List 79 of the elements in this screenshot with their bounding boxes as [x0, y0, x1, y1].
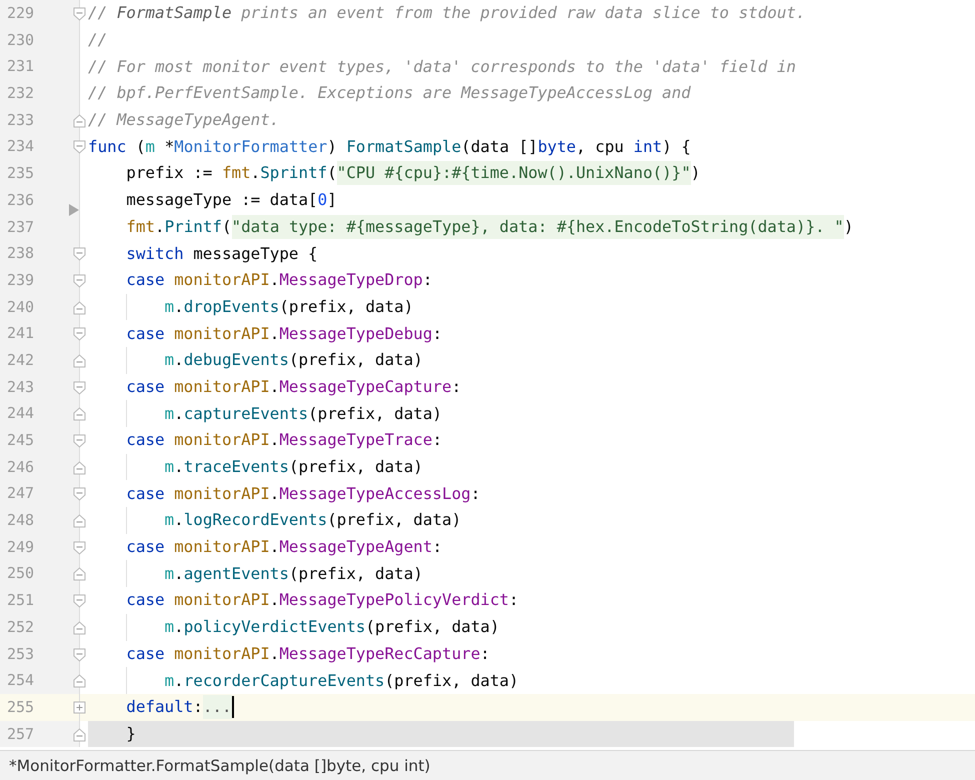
line-number: 232: [7, 83, 34, 104]
code-line: case monitorAPI.MessageTypeAccessLog:: [125, 482, 480, 505]
line-number: 249: [7, 536, 34, 558]
code-line: }: [125, 722, 136, 745]
line-number: 241: [7, 323, 34, 344]
line-number: 243: [7, 376, 34, 398]
fold-icon[interactable]: [73, 327, 87, 342]
line-number: 239: [7, 270, 34, 291]
line-number: 255: [7, 696, 34, 718]
fold-icon[interactable]: [73, 674, 87, 688]
line-number: 254: [7, 670, 34, 692]
code-line: m.traceEvents(prefix, data): [164, 456, 423, 478]
fold-icon[interactable]: [73, 300, 87, 315]
line-number: 248: [7, 510, 34, 532]
fold-icon[interactable]: [73, 434, 87, 448]
line-number: 245: [7, 430, 34, 451]
line-number: 252: [7, 616, 34, 638]
code-line: case monitorAPI.MessageTypeTrace:: [125, 429, 442, 452]
line-number: 231: [7, 56, 34, 78]
code-line: m.recorderCaptureEvents(prefix, data): [164, 670, 519, 692]
code-line: //: [88, 29, 108, 52]
line-number: 244: [7, 403, 34, 424]
fold-icon[interactable]: [73, 514, 87, 528]
line-number: 230: [7, 30, 34, 51]
fold-icon[interactable]: [73, 274, 87, 288]
fold-icon[interactable]: [73, 7, 87, 21]
line-number: 234: [7, 136, 34, 158]
fold-icon[interactable]: [73, 354, 87, 368]
code-editor[interactable]: [0, 0, 975, 750]
code-line: switch messageType {: [125, 242, 318, 265]
fold-icon[interactable]: [73, 407, 87, 422]
fold-icon[interactable]: [73, 114, 87, 128]
line-number: 237: [7, 216, 34, 238]
code-line: case monitorAPI.MessageTypeDrop:: [125, 269, 432, 292]
code-line: // MessageTypeAgent.: [88, 109, 280, 132]
expand-icon[interactable]: [73, 700, 87, 715]
code-line: m.policyVerdictEvents(prefix, data): [164, 616, 500, 638]
code-line: func (m *MonitorFormatter) FormatSample(data []byte, cpu int) {: [88, 136, 691, 158]
code-line: // FormatSample prints an event from the provided raw data slice to stdout.: [88, 2, 806, 24]
code-line: m.logRecordEvents(prefix, data): [164, 509, 462, 532]
fold-icon[interactable]: [73, 567, 87, 582]
fold-icon[interactable]: [73, 594, 87, 608]
line-number: 229: [7, 3, 34, 24]
line-number: 235: [7, 163, 34, 184]
line-number: 253: [7, 644, 34, 664]
line-number: 242: [7, 350, 34, 371]
triangle-icon[interactable]: [69, 204, 79, 216]
line-number: 246: [7, 456, 34, 478]
line-number: 233: [7, 110, 34, 131]
fold-icon[interactable]: [73, 487, 87, 502]
code-line: case monitorAPI.MessageTypeRecCapture:: [125, 642, 490, 665]
fold-icon[interactable]: [73, 140, 87, 154]
line-number: 247: [7, 483, 34, 504]
line-number: 238: [7, 243, 34, 264]
line-number: 250: [7, 563, 34, 584]
fold-icon[interactable]: [73, 620, 87, 635]
line-number: 240: [7, 296, 34, 318]
fold-icon[interactable]: [73, 380, 87, 395]
fold-icon[interactable]: [73, 728, 87, 742]
code-line: case monitorAPI.MessageTypePolicyVerdict:: [125, 589, 519, 612]
fold-icon[interactable]: [73, 460, 87, 475]
fold-icon[interactable]: [73, 648, 87, 662]
code-line: m.debugEvents(prefix, data): [164, 349, 423, 372]
line-number: 257: [7, 724, 34, 745]
code-line: m.captureEvents(prefix, data): [164, 402, 442, 425]
code-line: // bpf.PerfEventSample. Exceptions are MessageTypeAccessLog and: [88, 82, 691, 104]
function-signature: *MonitorFormatter.FormatSample(data []byte, cpu int): [9, 756, 430, 774]
code-line: messageType := data[0]: [125, 189, 337, 212]
code-line: m.agentEvents(prefix, data): [164, 562, 423, 585]
code-line: case monitorAPI.MessageTypeAgent:: [125, 536, 442, 558]
fold-icon[interactable]: [73, 247, 87, 262]
code-line: m.dropEvents(prefix, data): [164, 296, 414, 318]
code-line: default:...: [88, 695, 232, 720]
code-line: case monitorAPI.MessageTypeDebug:: [125, 322, 442, 345]
line-number: 251: [7, 590, 34, 612]
line-number: 236: [7, 190, 34, 211]
code-line: case monitorAPI.MessageTypeCapture:: [125, 376, 462, 398]
fold-icon[interactable]: [73, 540, 87, 555]
code-line: // For most monitor event types, 'data' corresponds to the 'data' field in: [88, 56, 796, 78]
